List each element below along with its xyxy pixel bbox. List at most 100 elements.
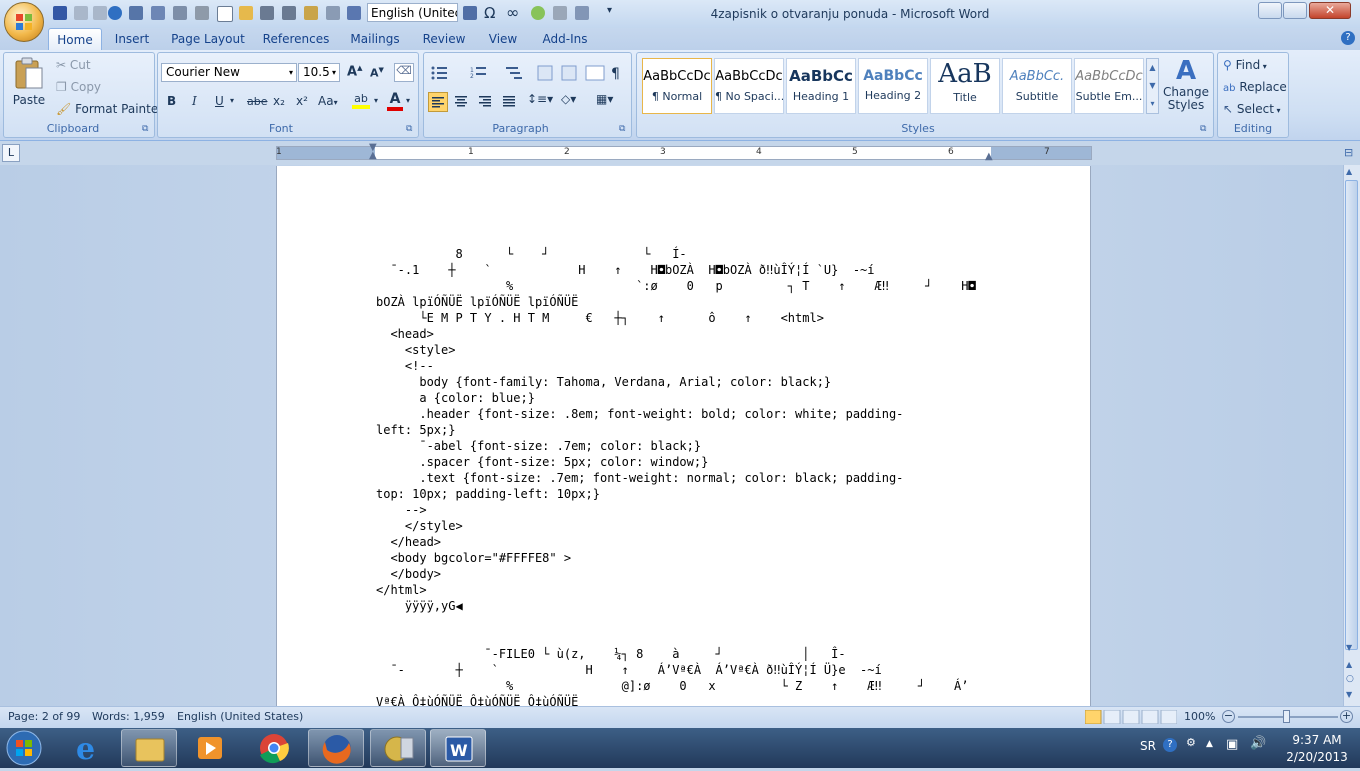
italic-button[interactable]: I xyxy=(192,94,197,108)
clipboard-launcher-icon[interactable]: ⧉ xyxy=(142,124,148,134)
format-painter-button[interactable]: 🖌 Format Painter xyxy=(56,102,163,116)
select-browse-object-icon[interactable]: ○ xyxy=(1346,674,1354,684)
bullets-button[interactable] xyxy=(429,63,449,83)
replace-button[interactable]: ab Replace xyxy=(1223,80,1287,94)
borders-button[interactable]: ▦▾ xyxy=(596,92,624,112)
green-circle-icon[interactable] xyxy=(530,5,547,22)
tab-references[interactable]: References xyxy=(258,28,334,50)
status-language[interactable]: English (United States) xyxy=(177,709,303,725)
start-button[interactable] xyxy=(4,729,44,767)
clock-date[interactable]: 2/20/2013 xyxy=(1282,750,1352,764)
subscript-button[interactable]: x₂ xyxy=(273,94,285,108)
tab-selector[interactable]: L xyxy=(2,144,20,162)
multilevel-list-button[interactable] xyxy=(503,63,523,83)
style-heading-1[interactable]: AaBbCc Heading 1 xyxy=(786,58,856,114)
taskbar-utility[interactable] xyxy=(370,729,426,767)
taskbar-media-player[interactable] xyxy=(182,729,238,767)
tab-home[interactable]: Home xyxy=(48,28,102,50)
keyboard-language[interactable]: SR xyxy=(1140,739,1156,753)
tab-view[interactable]: View xyxy=(482,28,524,50)
save-icon[interactable] xyxy=(52,5,69,22)
styles-gallery-scroll[interactable]: ▲ ▼ ▾ xyxy=(1146,58,1159,114)
quick-icon-6[interactable] xyxy=(303,5,320,22)
minimize-button[interactable] xyxy=(1258,2,1282,19)
zoom-level[interactable]: 100% xyxy=(1184,709,1215,725)
close-button[interactable]: ✕ xyxy=(1309,2,1351,19)
show-hidden-icons[interactable]: ▲ xyxy=(1206,739,1213,749)
cut-button[interactable]: ✂ Cut xyxy=(56,58,91,72)
tab-mailings[interactable]: Mailings xyxy=(344,28,406,50)
scroll-up-icon[interactable]: ▲ xyxy=(1346,167,1352,176)
highlight-dropdown-icon[interactable]: ▾ xyxy=(374,96,378,105)
taskbar-internet-explorer[interactable]: e xyxy=(62,729,118,767)
quick-icon-1[interactable] xyxy=(150,5,167,22)
office-button[interactable] xyxy=(4,2,44,42)
undo-icon[interactable] xyxy=(73,5,90,22)
style-subtitle[interactable]: AaBbCc. Subtitle xyxy=(1002,58,1072,114)
styles-launcher-icon[interactable]: ⧉ xyxy=(1200,124,1206,134)
style-normal[interactable]: AaBbCcDc ¶ Normal xyxy=(642,58,712,114)
clear-formatting-icon[interactable]: ⌫ xyxy=(394,63,414,82)
change-styles-button[interactable]: A Change Styles xyxy=(1162,56,1210,118)
strikethrough-button[interactable]: abe xyxy=(247,95,268,108)
restore-button[interactable] xyxy=(1283,2,1307,19)
zoom-slider-thumb[interactable] xyxy=(1283,710,1290,723)
paste-button[interactable]: Paste xyxy=(10,56,48,114)
show-paragraph-marks-button[interactable] xyxy=(609,63,629,83)
style-heading-2[interactable]: AaBbCc Heading 2 xyxy=(858,58,928,114)
taskbar-file-explorer[interactable] xyxy=(121,729,177,767)
paragraph-launcher-icon[interactable]: ⧉ xyxy=(619,124,625,134)
increase-indent-button[interactable] xyxy=(561,63,579,83)
grow-font-button[interactable]: A▲ xyxy=(347,64,362,79)
numbering-button[interactable] xyxy=(466,63,486,83)
tab-review[interactable]: Review xyxy=(416,28,472,50)
change-case-button[interactable]: Aa▾ xyxy=(318,94,338,108)
language-dropdown[interactable]: English (Unitec xyxy=(367,3,458,22)
next-page-icon[interactable]: ▼ xyxy=(1346,690,1352,699)
shrink-font-button[interactable]: A▼ xyxy=(370,66,384,80)
tab-page-layout[interactable]: Page Layout xyxy=(168,28,248,50)
quick-icon-2[interactable] xyxy=(172,5,189,22)
decrease-indent-button[interactable] xyxy=(537,63,555,83)
underline-dropdown-icon[interactable]: ▾ xyxy=(230,96,234,105)
print-layout-view-button[interactable] xyxy=(1085,710,1101,724)
web-layout-button[interactable] xyxy=(1123,710,1139,724)
quick-icon-7[interactable] xyxy=(346,5,363,22)
style-title[interactable]: AaB Title xyxy=(930,58,1000,114)
omega-symbol-icon[interactable]: Ω xyxy=(484,4,495,22)
font-launcher-icon[interactable]: ⧉ xyxy=(406,124,412,134)
help-tray-icon[interactable]: ? xyxy=(1163,738,1177,752)
full-screen-reading-button[interactable] xyxy=(1104,710,1120,724)
shading-button[interactable]: ◇▾ xyxy=(561,92,587,112)
scrollbar-thumb[interactable] xyxy=(1345,180,1358,650)
quick-icon-3[interactable] xyxy=(194,5,211,22)
clock-time[interactable]: 9:37 AM xyxy=(1287,733,1347,747)
find-button[interactable]: ⚲ Find ▾ xyxy=(1223,58,1267,72)
underline-button[interactable]: U xyxy=(215,94,224,108)
scroll-down-icon[interactable]: ▼ xyxy=(1346,643,1352,652)
first-line-indent-marker[interactable]: ▼ ▲ xyxy=(369,143,377,161)
align-center-button[interactable] xyxy=(452,92,472,112)
align-left-button[interactable] xyxy=(428,92,448,112)
select-button[interactable]: ↖ Select ▾ xyxy=(1223,102,1280,116)
word-count[interactable]: Words: 1,959 xyxy=(92,709,165,725)
highlight-button[interactable]: ab xyxy=(350,92,372,112)
quick-print-icon[interactable] xyxy=(552,5,569,22)
font-color-dropdown-icon[interactable]: ▾ xyxy=(406,96,410,105)
font-name-dropdown[interactable]: Courier New ▾ xyxy=(161,63,297,82)
outline-view-button[interactable] xyxy=(1142,710,1158,724)
align-right-button[interactable] xyxy=(476,92,496,112)
previous-page-icon[interactable]: ▲ xyxy=(1346,660,1352,669)
horizontal-ruler[interactable] xyxy=(276,146,1092,160)
volume-icon[interactable]: 🔊 xyxy=(1250,736,1266,751)
taskbar-chrome[interactable] xyxy=(246,729,302,767)
quick-icon-8[interactable] xyxy=(462,5,479,22)
font-size-dropdown[interactable]: 10.5 ▾ xyxy=(298,63,340,82)
style-subtle-emphasis[interactable]: AaBbCcDc Subtle Em... xyxy=(1074,58,1144,114)
quick-icon-9[interactable] xyxy=(574,5,591,22)
superscript-button[interactable]: x² xyxy=(296,94,308,108)
draft-view-button[interactable] xyxy=(1161,710,1177,724)
document-page[interactable]: 8 └ ┘ └ Í- ¯-.1 ┼ ` H ↑ H◘bOZÀ H◘bOZÀ ð‼… xyxy=(276,166,1091,709)
quick-icon-4[interactable] xyxy=(259,5,276,22)
print-preview-icon[interactable] xyxy=(325,5,342,22)
